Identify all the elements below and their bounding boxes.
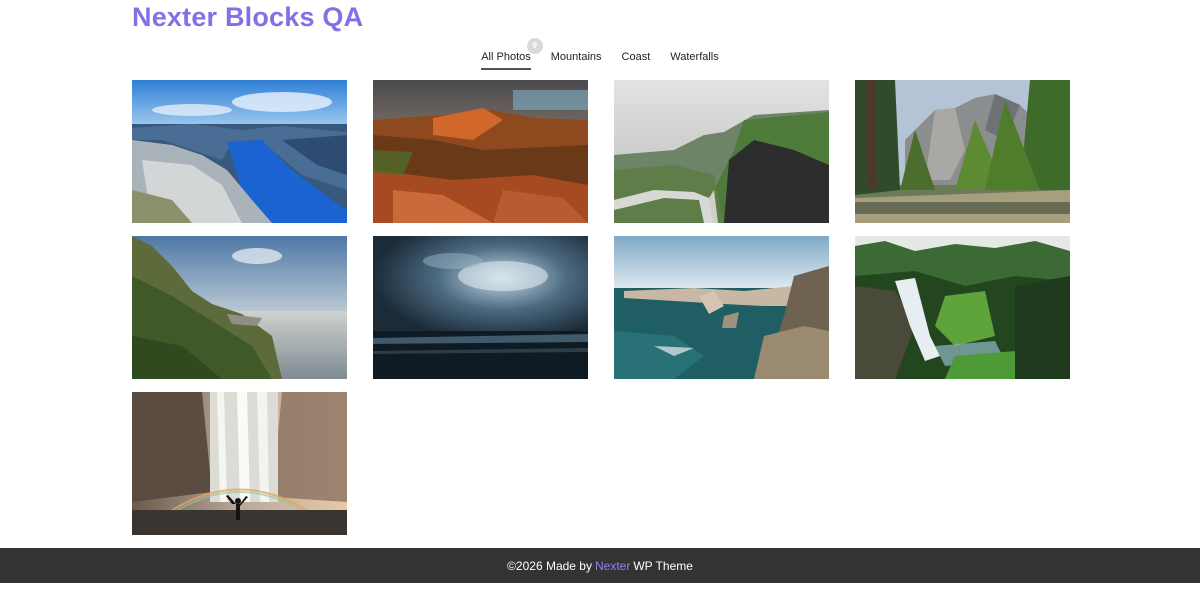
filter-tab-label: Waterfalls	[670, 51, 719, 63]
green-ridge-road-photo[interactable]	[614, 80, 829, 223]
site-title[interactable]: Nexter Blocks QA	[132, 0, 363, 34]
filter-tab-waterfalls[interactable]: Waterfalls	[670, 48, 719, 70]
filter-tab-mountains[interactable]: Mountains	[551, 48, 602, 70]
footer-copyright: ©2026 Made by	[507, 558, 592, 573]
filter-tab-coast[interactable]: Coast	[622, 48, 651, 70]
filter-tab-label: All Photos	[481, 51, 531, 63]
coastal-hills-sunset-photo[interactable]	[132, 236, 347, 379]
photo-gallery	[132, 80, 1070, 535]
red-canyon-photo[interactable]	[373, 80, 588, 223]
filter-tab-label: Coast	[621, 51, 651, 63]
waterfall-rainbow-photo[interactable]	[132, 392, 347, 535]
photo-count-badge: 9	[526, 38, 543, 54]
sea-arch-coast-photo[interactable]	[614, 236, 829, 379]
fjord-cliff-photo[interactable]	[132, 80, 347, 223]
filter-tab-label: Mountains	[550, 51, 602, 63]
stormy-sea-photo[interactable]	[373, 236, 588, 379]
forest-waterfall-photo[interactable]	[855, 236, 1070, 379]
gallery-filter-tabs: All Photos 9 Mountains Coast Waterfalls	[0, 38, 1200, 70]
yosemite-forest-photo[interactable]	[855, 80, 1070, 223]
filter-tab-all-photos[interactable]: All Photos 9	[481, 38, 543, 70]
footer-theme-text: WP Theme	[633, 558, 693, 573]
site-footer: ©2026 Made by Nexter WP Theme	[0, 548, 1200, 583]
footer-nexter-link[interactable]: Nexter	[595, 559, 630, 573]
